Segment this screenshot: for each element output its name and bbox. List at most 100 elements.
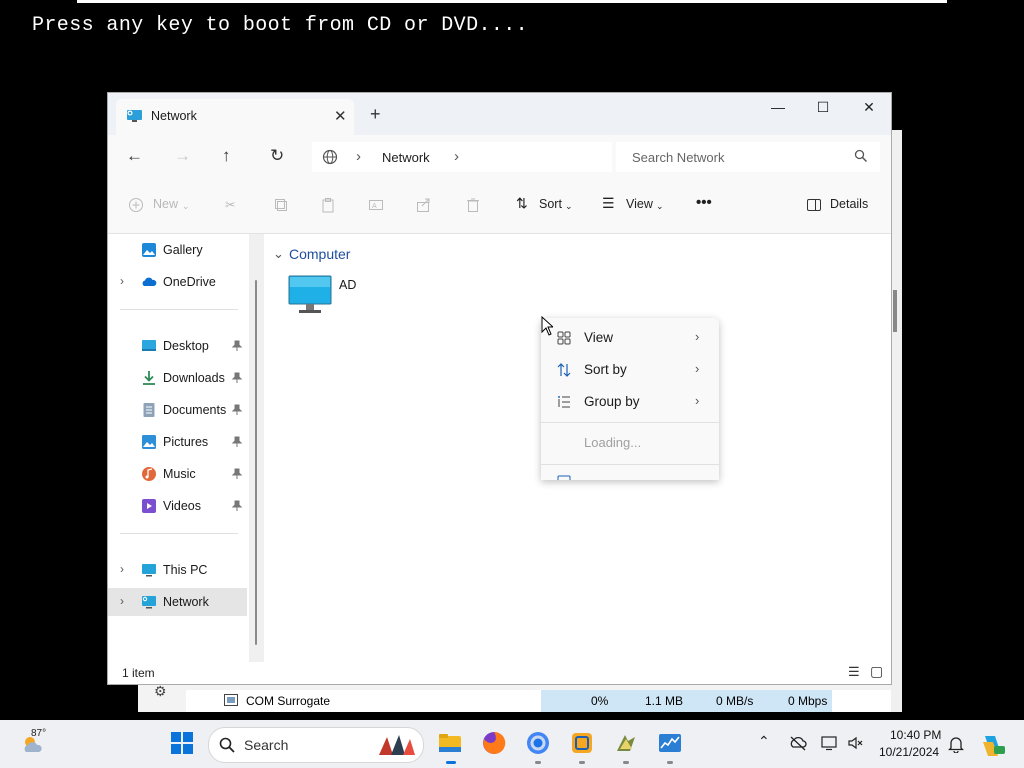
firefox-icon[interactable]	[482, 731, 506, 755]
weather-temperature[interactable]: 87°	[31, 728, 46, 739]
refresh-icon[interactable]: ↻	[270, 146, 284, 166]
command-bar: New ⌄ ✂ A ⇅ Sort ⌄ ☰ View ⌄ ••• Details	[108, 179, 891, 234]
breadcrumb-chevron-icon[interactable]: ›	[454, 148, 459, 165]
task-manager-icon[interactable]	[658, 731, 682, 755]
boot-screen-bar	[77, 0, 947, 3]
running-app-indicator	[535, 761, 541, 764]
videos-icon	[142, 499, 156, 513]
context-menu-label: Group by	[584, 394, 640, 409]
large-icons-view-icon[interactable]: ▢	[870, 663, 883, 680]
sidebar-item-onedrive[interactable]: › OneDrive	[108, 268, 247, 296]
details-view-icon[interactable]: ☰	[848, 664, 860, 680]
collapse-chevron-icon[interactable]: ⌄	[273, 246, 284, 262]
display-icon[interactable]	[821, 735, 837, 751]
copy-icon[interactable]	[273, 197, 289, 213]
paste-icon[interactable]	[320, 197, 336, 213]
documents-icon	[143, 403, 155, 417]
volume-muted-icon[interactable]	[847, 735, 863, 751]
sidebar-item-videos[interactable]: Videos	[108, 492, 247, 520]
notification-bell-icon[interactable]	[948, 735, 964, 753]
view-icon: ☰	[602, 195, 615, 211]
sidebar-item-music[interactable]: Music	[108, 460, 247, 488]
app-icon[interactable]	[614, 731, 638, 755]
expand-chevron-icon[interactable]: ›	[120, 274, 124, 288]
network-offline-icon[interactable]	[789, 735, 807, 751]
share-icon	[557, 475, 571, 480]
new-tab-button[interactable]: +	[370, 104, 381, 125]
sidebar-item-label: Gallery	[163, 243, 203, 257]
process-disk: 0 MB/s	[716, 694, 754, 708]
more-options-button[interactable]: •••	[696, 194, 712, 211]
rename-icon[interactable]: A	[368, 197, 384, 213]
process-name: COM Surrogate	[246, 694, 331, 708]
file-explorer-window: Network ✕ + — ☐ ✕ ← → ↑ ↻ › Network › Se…	[108, 93, 891, 684]
minimize-icon[interactable]: —	[768, 99, 788, 115]
sidebar-item-gallery[interactable]: Gallery	[108, 236, 247, 264]
network-icon	[127, 110, 142, 122]
search-input[interactable]: Search Network	[632, 150, 724, 165]
delete-icon[interactable]	[465, 197, 481, 213]
process-row[interactable]: COM Surrogate 0% 1.1 MB 0 MB/s 0 Mbps	[186, 690, 902, 712]
forward-arrow-icon[interactable]: →	[174, 146, 191, 166]
file-explorer-icon[interactable]	[438, 731, 462, 755]
sidebar-item-label: Music	[163, 467, 196, 481]
svg-text:A: A	[372, 203, 377, 210]
address-bar[interactable]: › Network ›	[312, 142, 612, 172]
close-window-icon[interactable]: ✕	[859, 99, 879, 116]
view-button[interactable]: View	[626, 197, 653, 211]
this-pc-monitor-icon	[142, 564, 156, 577]
details-pane-icon	[807, 199, 821, 211]
breadcrumb-chevron-icon[interactable]: ›	[356, 148, 361, 165]
taskbar-search-box[interactable]: Search	[208, 727, 424, 763]
group-header-computer[interactable]: Computer	[289, 246, 350, 262]
search-icon	[219, 737, 235, 753]
breadcrumb-network[interactable]: Network	[382, 150, 430, 165]
context-menu-group-by[interactable]: Group by ›	[541, 386, 719, 418]
sort-button[interactable]: Sort	[539, 197, 562, 211]
context-menu-sort-by[interactable]: Sort by ›	[541, 354, 719, 386]
sidebar-item-network[interactable]: › Network	[108, 588, 247, 616]
up-arrow-icon[interactable]: ↑	[222, 146, 231, 166]
share-icon[interactable]	[416, 197, 432, 213]
windows-start-icon[interactable]	[170, 731, 194, 755]
globe-icon	[322, 149, 338, 165]
process-cpu: 0%	[591, 694, 609, 708]
cut-icon[interactable]: ✂	[225, 197, 235, 212]
new-button[interactable]: New	[153, 197, 178, 211]
search-box[interactable]: Search Network	[616, 142, 880, 172]
sidebar-item-desktop[interactable]: Desktop	[108, 332, 247, 360]
sidebar-item-label: Downloads	[163, 371, 225, 385]
details-button[interactable]: Details	[830, 197, 868, 211]
settings-gear-icon[interactable]: ⚙	[154, 683, 167, 700]
sort-icon: ⇅	[516, 195, 528, 211]
background-window-scrollbar[interactable]	[891, 130, 902, 712]
expand-chevron-icon[interactable]: ›	[120, 594, 124, 608]
back-arrow-icon[interactable]: ←	[126, 146, 143, 166]
sort-icon	[557, 363, 571, 377]
computer-item-label[interactable]: AD	[339, 278, 356, 292]
show-hidden-icons-chevron-icon[interactable]: ⌃	[758, 733, 770, 750]
expand-chevron-icon[interactable]: ›	[120, 562, 124, 576]
navigation-bar: ← → ↑ ↻ › Network › Search Network	[108, 135, 891, 179]
monitor-icon[interactable]	[287, 275, 333, 315]
clock-time[interactable]: 10:40 PM	[890, 728, 941, 742]
pin-icon	[232, 372, 242, 383]
close-tab-icon[interactable]: ✕	[334, 107, 347, 125]
context-menu-label: View	[584, 330, 614, 345]
sidebar-item-downloads[interactable]: Downloads	[108, 364, 247, 392]
pin-icon	[232, 468, 242, 479]
tab-network[interactable]: Network ✕	[116, 99, 354, 135]
chrome-icon[interactable]	[526, 731, 550, 755]
snipping-tool-icon[interactable]	[570, 731, 594, 755]
clock-date[interactable]: 10/21/2024	[879, 745, 939, 759]
context-menu-divider	[541, 464, 719, 465]
copilot-icon[interactable]	[980, 732, 1006, 758]
sidebar-item-label: Videos	[163, 499, 201, 513]
navigation-pane-scrollbar[interactable]	[249, 234, 264, 662]
sidebar-item-documents[interactable]: Documents	[108, 396, 247, 424]
sidebar-item-pictures[interactable]: Pictures	[108, 428, 247, 456]
maximize-icon[interactable]: ☐	[813, 99, 833, 116]
item-count: 1 item	[122, 666, 155, 680]
sidebar-item-this-pc[interactable]: › This PC	[108, 556, 247, 584]
context-menu-view[interactable]: View ›	[541, 322, 719, 354]
